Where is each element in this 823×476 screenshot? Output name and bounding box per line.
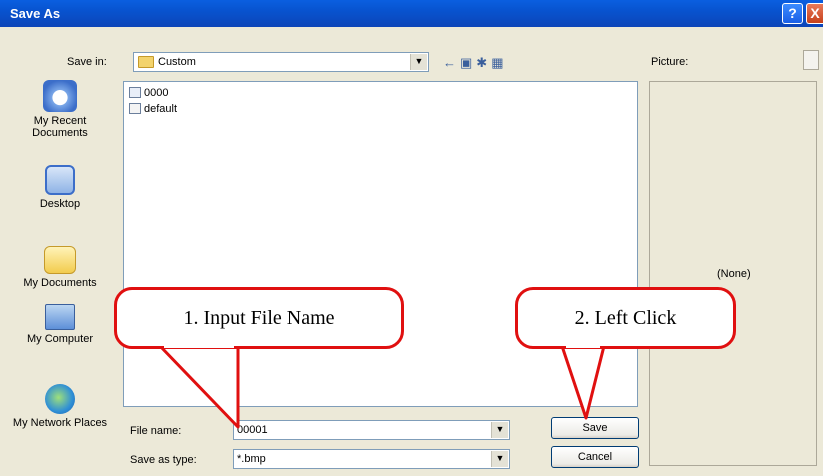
callout-pointer-joins — [164, 344, 600, 348]
